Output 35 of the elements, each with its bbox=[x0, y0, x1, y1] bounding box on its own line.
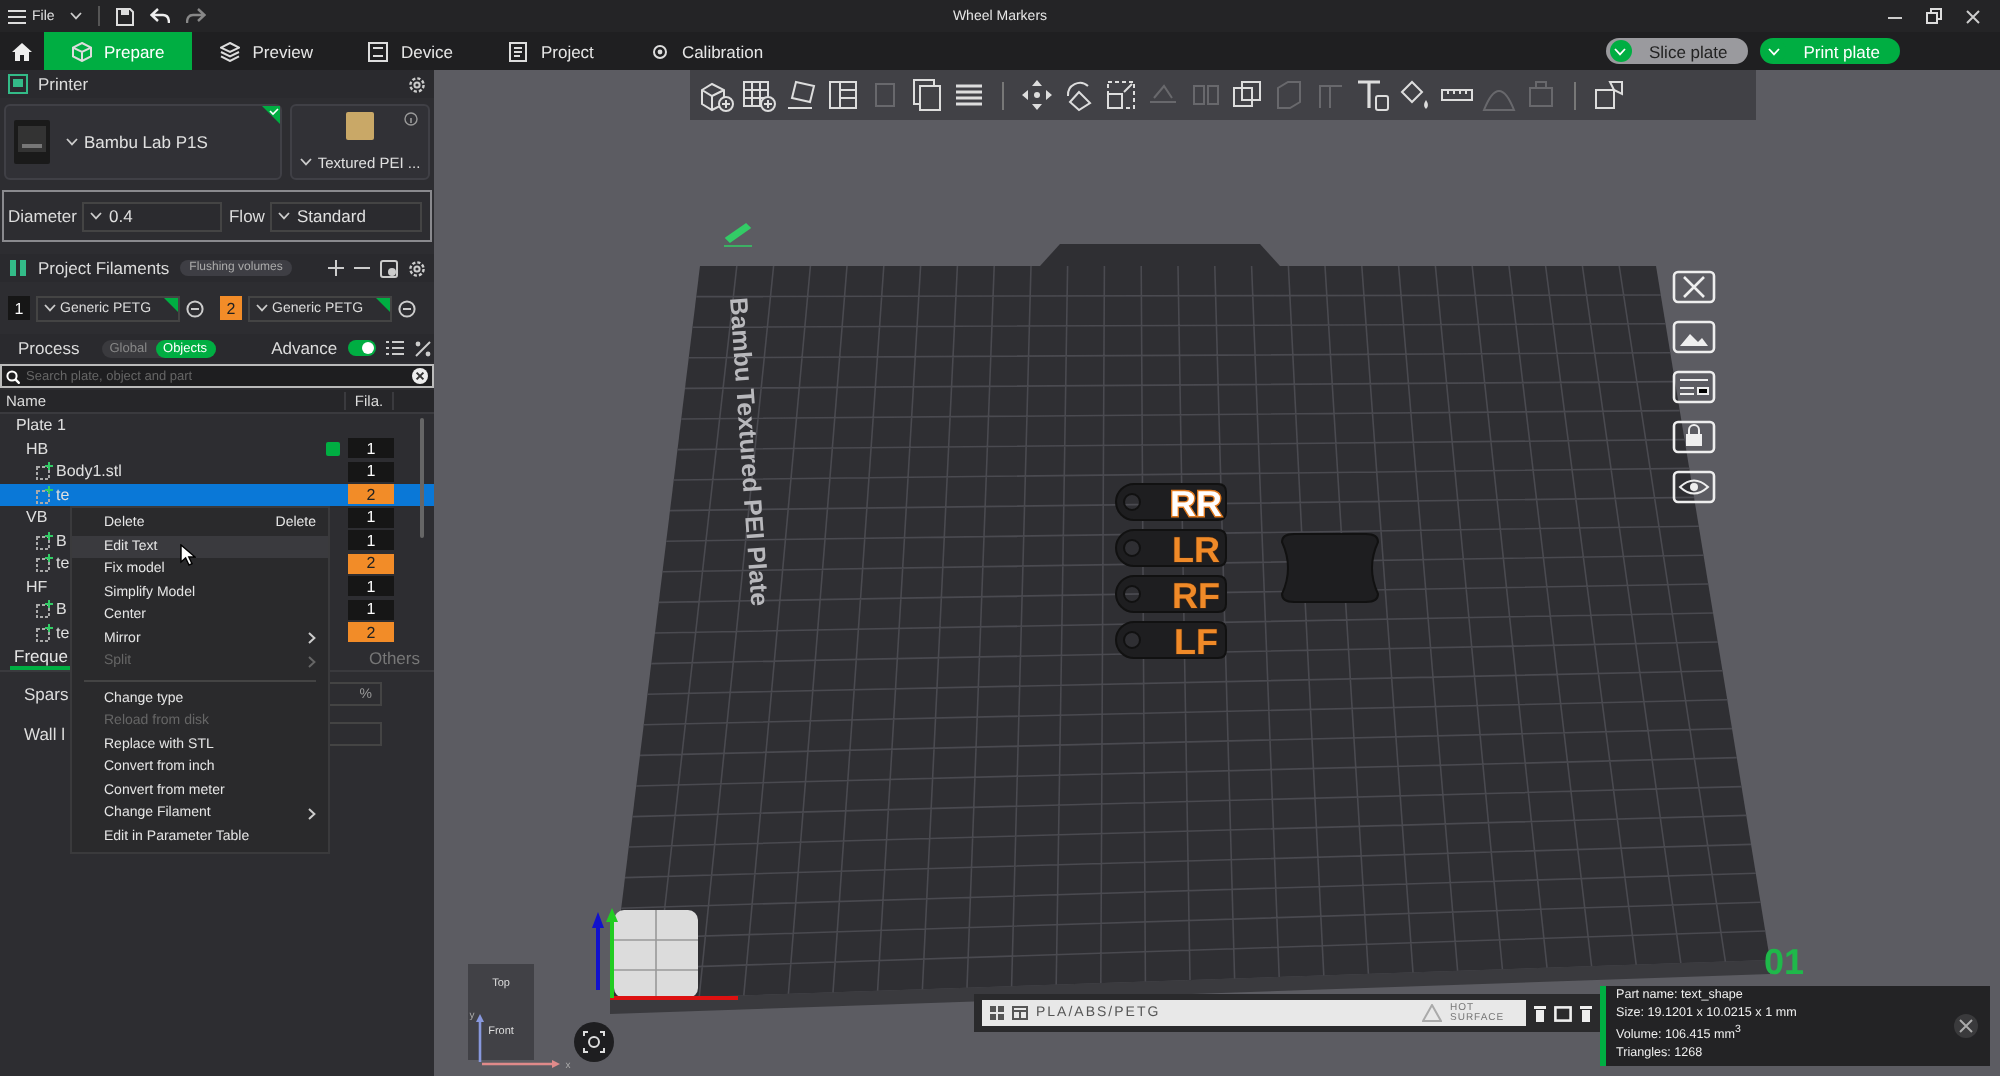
tree-item-label: B bbox=[56, 531, 67, 550]
tag-label: RF bbox=[1172, 576, 1220, 616]
field-label: Wall l bbox=[24, 724, 65, 744]
tree-item-label: Body1.stl bbox=[56, 462, 122, 481]
field-label: Diameter bbox=[8, 206, 77, 226]
tag-label: LR bbox=[1172, 530, 1220, 570]
tree-item-label: te bbox=[56, 485, 70, 504]
filament-number: 2 bbox=[220, 296, 242, 320]
field-label: Spars bbox=[24, 684, 69, 704]
section-title: Process bbox=[18, 338, 80, 358]
tree-item-label: te bbox=[56, 554, 70, 573]
filament-number: 1 bbox=[348, 461, 394, 482]
toggle-label: Advance bbox=[271, 338, 338, 358]
tree-item-label: te bbox=[56, 623, 70, 642]
tree-item-label: Plate 1 bbox=[16, 416, 66, 435]
filament-number: 1 bbox=[348, 507, 394, 528]
tree-item-label: B bbox=[56, 600, 67, 619]
filament-number: 1 bbox=[348, 599, 394, 620]
tree-item-label: VB bbox=[26, 508, 48, 527]
tag-label: RR bbox=[1170, 484, 1222, 524]
field-label: Flow bbox=[228, 206, 265, 226]
filament-number: 2 bbox=[348, 553, 394, 574]
filament-number: 2 bbox=[348, 622, 394, 643]
filament-number: 1 bbox=[348, 576, 394, 597]
filament-number: 1 bbox=[348, 530, 394, 551]
plate-name: Bambu Textured PEI Plate bbox=[724, 296, 774, 607]
section-title: Printer bbox=[38, 74, 89, 94]
tree-item-label: HB bbox=[26, 439, 49, 458]
filament-number: 2 bbox=[348, 484, 394, 505]
filament-number: 1 bbox=[348, 438, 394, 459]
filament-number: 1 bbox=[8, 296, 30, 320]
tree-item-label: HF bbox=[26, 577, 48, 596]
section-title: Project Filaments bbox=[38, 258, 170, 278]
tag-label: LF bbox=[1174, 622, 1218, 662]
plate-number: 01 bbox=[1764, 942, 1805, 982]
